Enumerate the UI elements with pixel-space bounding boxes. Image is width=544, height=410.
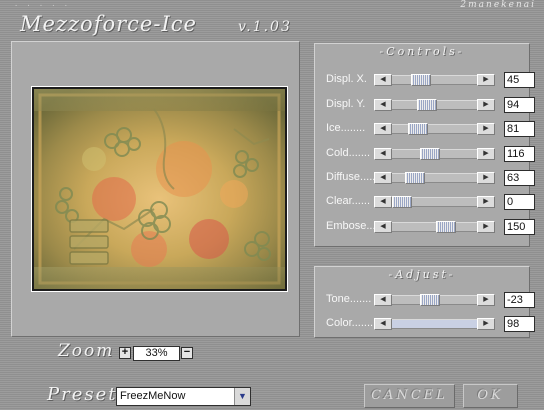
controls-panel: -Controls- Displ. X. ◀ ▶ 45 Displ. Y. ◀ … <box>314 43 535 247</box>
slider-right-arrow-icon[interactable]: ▶ <box>477 172 495 184</box>
control-label: Displ. X. <box>326 73 367 85</box>
cold-value[interactable]: 116 <box>504 146 535 162</box>
slider-thumb[interactable] <box>392 196 412 208</box>
slider-thumb[interactable] <box>408 123 428 135</box>
chevron-down-icon[interactable]: ▼ <box>234 388 250 405</box>
color-value[interactable]: 98 <box>504 316 535 332</box>
slider-left-arrow-icon[interactable]: ◀ <box>374 294 392 306</box>
slider-right-arrow-icon[interactable]: ▶ <box>477 148 495 160</box>
app-title: Mezzoforce-Ice <box>20 12 197 36</box>
ok-button[interactable]: OK <box>463 384 518 408</box>
tone-value[interactable]: -23 <box>504 292 535 308</box>
slider-thumb[interactable] <box>417 99 437 111</box>
preset-label: Preset <box>47 384 118 405</box>
plus-icon: + <box>121 346 129 358</box>
zoom-in-button[interactable]: + <box>119 347 131 359</box>
adjust-title: -Adjust- <box>388 268 456 281</box>
preset-dropdown[interactable]: FreezMeNow ▼ <box>116 387 251 406</box>
slider-left-arrow-icon[interactable]: ◀ <box>374 123 392 135</box>
slider-right-arrow-icon[interactable]: ▶ <box>477 74 495 86</box>
slider-left-arrow-icon[interactable]: ◀ <box>374 99 392 111</box>
preview-artwork <box>34 89 285 289</box>
cold-slider[interactable]: ◀ ▶ <box>374 148 495 160</box>
color-slider[interactable]: ◀ ▶ <box>374 318 495 330</box>
ice-value[interactable]: 81 <box>504 121 535 137</box>
ice-slider[interactable]: ◀ ▶ <box>374 123 495 135</box>
slider-left-arrow-icon[interactable]: ◀ <box>374 221 392 233</box>
preview-image[interactable] <box>34 89 285 289</box>
slider-right-arrow-icon[interactable]: ▶ <box>477 221 495 233</box>
embose-slider[interactable]: ◀ ▶ <box>374 221 495 233</box>
displ-y-value[interactable]: 94 <box>504 97 535 113</box>
slider-thumb[interactable] <box>420 294 440 306</box>
slider-thumb[interactable] <box>405 172 425 184</box>
slider-left-arrow-icon[interactable]: ◀ <box>374 172 392 184</box>
app-version: v.1.03 <box>238 19 292 35</box>
diffuse-slider[interactable]: ◀ ▶ <box>374 172 495 184</box>
displ-x-slider[interactable]: ◀ ▶ <box>374 74 495 86</box>
slider-right-arrow-icon[interactable]: ▶ <box>477 294 495 306</box>
control-label: Diffuse..... <box>326 171 376 183</box>
slider-left-arrow-icon[interactable]: ◀ <box>374 148 392 160</box>
adjust-panel: -Adjust- Tone....... ◀ ▶ -23 Color......… <box>314 266 535 338</box>
slider-right-arrow-icon[interactable]: ▶ <box>477 196 495 208</box>
zoom-out-button[interactable]: − <box>181 347 193 359</box>
controls-title: -Controls- <box>379 45 465 58</box>
zoom-value-field[interactable]: 33% <box>133 346 180 361</box>
slider-thumb[interactable] <box>411 74 431 86</box>
slider-left-arrow-icon[interactable]: ◀ <box>374 318 392 330</box>
minus-icon: − <box>183 346 191 358</box>
control-label: Clear...... <box>326 195 371 207</box>
adjust-label: Tone....... <box>326 293 372 305</box>
slider-right-arrow-icon[interactable]: ▶ <box>477 318 495 330</box>
title-bar-strip: · · · · · 2manekenai <box>0 0 544 12</box>
control-label: Ice........ <box>326 122 366 134</box>
slider-right-arrow-icon[interactable]: ▶ <box>477 123 495 135</box>
maker-credit: 2manekenai <box>460 0 536 10</box>
slider-right-arrow-icon[interactable]: ▶ <box>477 99 495 111</box>
control-label: Cold....... <box>326 147 371 159</box>
clear-value[interactable]: 0 <box>504 194 535 210</box>
displ-y-slider[interactable]: ◀ ▶ <box>374 99 495 111</box>
tone-slider[interactable]: ◀ ▶ <box>374 294 495 306</box>
slider-thumb[interactable] <box>436 221 456 233</box>
embose-value[interactable]: 150 <box>504 219 535 235</box>
control-label: Displ. Y. <box>326 98 366 110</box>
slider-left-arrow-icon[interactable]: ◀ <box>374 74 392 86</box>
clear-slider[interactable]: ◀ ▶ <box>374 196 495 208</box>
window-grip-dots: · · · · · <box>14 2 70 10</box>
preview-panel <box>11 41 300 337</box>
diffuse-value[interactable]: 63 <box>504 170 535 186</box>
cancel-button[interactable]: CANCEL <box>364 384 455 408</box>
slider-thumb[interactable] <box>420 148 440 160</box>
preview-frame[interactable] <box>31 86 288 292</box>
adjust-label: Color....... <box>326 317 374 329</box>
slider-left-arrow-icon[interactable]: ◀ <box>374 196 392 208</box>
preset-selected-value: FreezMeNow <box>120 390 186 402</box>
displ-x-value[interactable]: 45 <box>504 72 535 88</box>
zoom-label: Zoom <box>58 341 115 361</box>
